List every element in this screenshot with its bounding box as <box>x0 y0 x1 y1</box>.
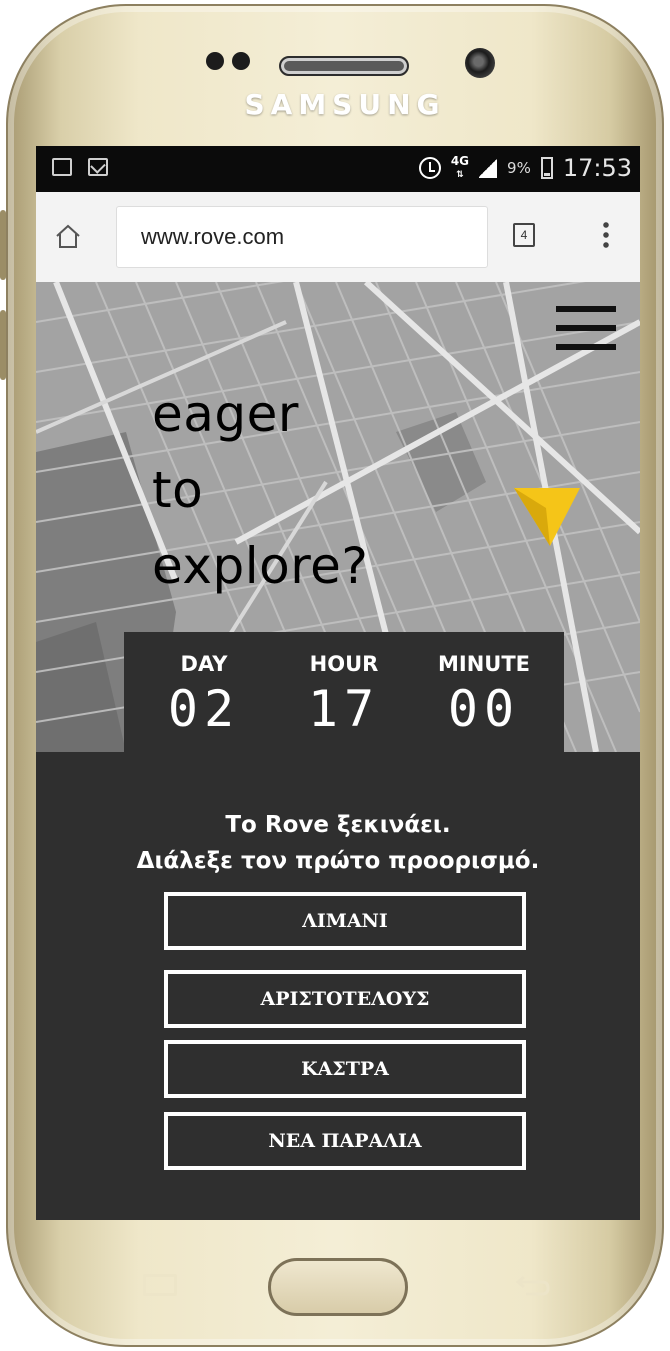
countdown-hour-value: 17 <box>307 680 381 738</box>
status-left-icons <box>52 158 108 176</box>
sensor-dot <box>206 52 224 70</box>
countdown-minute-value: 00 <box>447 680 521 738</box>
back-key-icon[interactable] <box>512 1274 552 1298</box>
intro-line: Διάλεξε τον πρώτο προορισμό. <box>136 848 540 874</box>
hamburger-menu-icon[interactable] <box>556 306 616 350</box>
headline-line: eager <box>152 385 299 443</box>
hero-headline: eager to explore? <box>152 376 368 604</box>
network-type: 4G ⇅ <box>450 154 470 180</box>
front-camera <box>465 48 495 78</box>
destination-button-nea-paralia[interactable]: ΝΕΑ ΠΑΡΑΛΙΑ <box>164 1112 526 1170</box>
countdown-day: DAY 02 <box>134 632 274 738</box>
countdown-hour: HOUR 17 <box>274 632 414 738</box>
headline-line: to <box>152 461 204 519</box>
volume-button <box>0 210 6 280</box>
browser-toolbar: www.rove.com 4 <box>36 192 640 282</box>
status-right-icons: 4G ⇅ 9% 17:53 <box>418 154 632 182</box>
intro-text: Το Rove ξεκινάει. Διάλεξε τον πρώτο προο… <box>36 807 640 879</box>
headline-line: explore? <box>152 537 369 595</box>
signal-icon <box>479 158 498 178</box>
countdown-minute-label: MINUTE <box>437 652 530 676</box>
earpiece-speaker <box>279 56 409 76</box>
countdown-day-value: 02 <box>167 680 241 738</box>
destination-button-kastra[interactable]: ΚΑΣΤΡΑ <box>164 1040 526 1098</box>
sensor-dot <box>232 52 250 70</box>
status-time: 17:53 <box>562 154 632 182</box>
location-marker-icon <box>514 488 580 546</box>
destination-button-limani[interactable]: ΛΙΜΑΝΙ <box>164 892 526 950</box>
alarm-icon <box>418 157 441 179</box>
brand-logo: SAMSUNG <box>244 88 446 121</box>
countdown-day-label: DAY <box>180 652 228 676</box>
home-icon[interactable] <box>54 222 82 250</box>
battery-icon <box>540 157 553 179</box>
intro-line: Το Rove ξεκινάει. <box>225 812 451 838</box>
countdown-minute: MINUTE 00 <box>414 632 554 738</box>
mail-icon <box>88 158 108 176</box>
side-button <box>0 310 6 380</box>
screen: 4G ⇅ 9% 17:53 www.rove.com 4 eager to ex… <box>36 146 640 1220</box>
tabs-icon[interactable]: 4 <box>513 223 535 247</box>
status-bar: 4G ⇅ 9% 17:53 <box>36 146 640 192</box>
countdown-panel: DAY 02 HOUR 17 MINUTE 00 <box>124 632 564 757</box>
url-field[interactable]: www.rove.com <box>116 206 488 268</box>
destination-button-aristotelous[interactable]: ΑΡΙΣΤΟΤΕΛΟΥΣ <box>164 970 526 1028</box>
screenshot-icon <box>52 158 72 176</box>
destination-section: Το Rove ξεκινάει. Διάλεξε τον πρώτο προο… <box>36 757 640 1220</box>
countdown-hour-label: HOUR <box>309 652 379 676</box>
battery-percent: 9% <box>507 159 531 177</box>
web-page: eager to explore? DAY 02 HOUR 17 MINUTE … <box>36 282 640 1220</box>
overflow-menu-icon[interactable] <box>603 220 609 250</box>
home-button[interactable] <box>268 1258 408 1316</box>
recent-apps-key[interactable] <box>143 1274 177 1296</box>
